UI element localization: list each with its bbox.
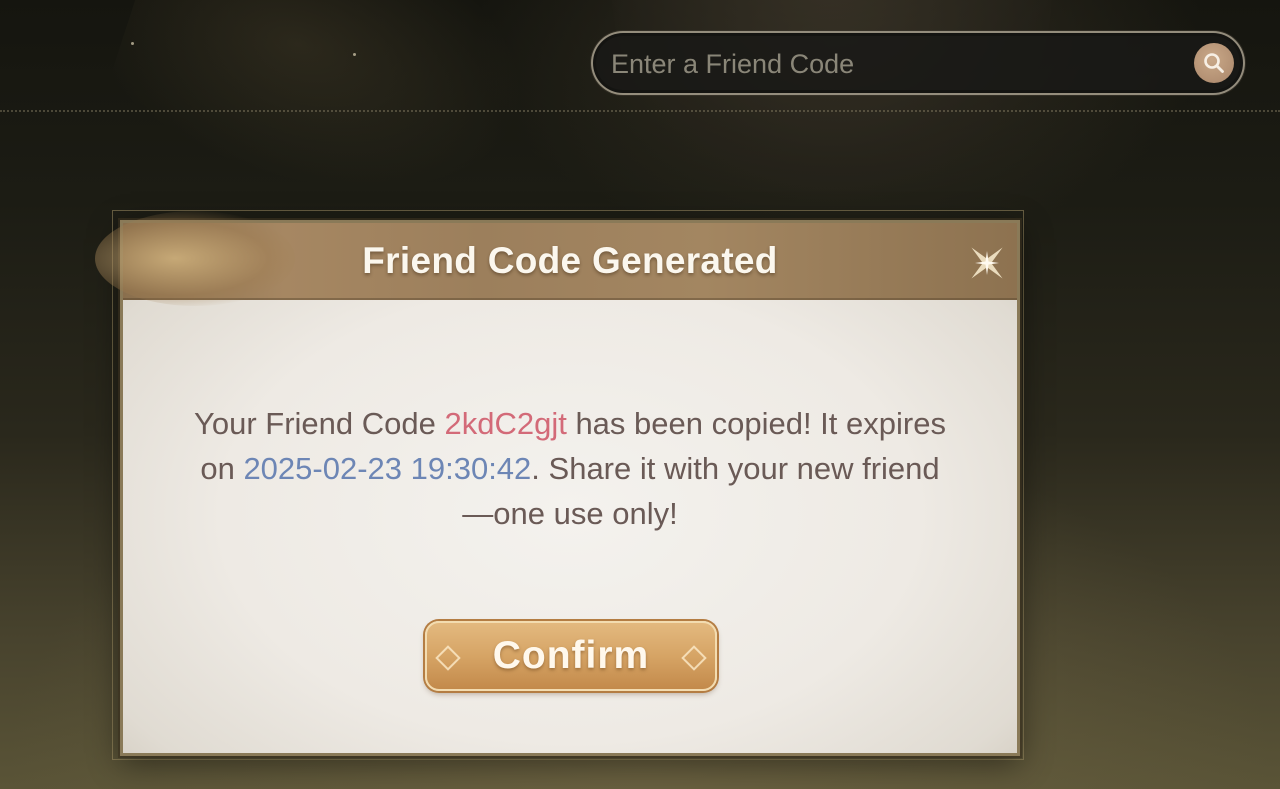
dialog-title: Friend Code Generated bbox=[362, 239, 778, 281]
dialog-header: Friend Code Generated bbox=[95, 211, 1017, 306]
friend-code-value: 2kdC2gjt bbox=[444, 406, 567, 441]
confirm-button-label: Confirm bbox=[492, 634, 650, 677]
top-divider bbox=[0, 110, 1280, 112]
close-star-icon bbox=[971, 247, 1003, 279]
background-sparkle bbox=[131, 42, 134, 45]
friend-code-input[interactable] bbox=[609, 43, 1183, 85]
message-text: . Share it with your new friend—one use … bbox=[462, 451, 940, 531]
search-icon bbox=[1204, 53, 1224, 73]
background-sparkle bbox=[353, 53, 356, 56]
header-flourish bbox=[95, 211, 295, 306]
friend-code-dialog: Friend Code Generated Your Friend Code 2… bbox=[95, 211, 1020, 756]
dialog-message: Your Friend Code 2kdC2gjt has been copie… bbox=[193, 401, 947, 536]
confirm-button[interactable]: Confirm bbox=[425, 621, 717, 691]
expiry-date-value: 2025-02-23 19:30:42 bbox=[243, 451, 532, 486]
close-button[interactable] bbox=[957, 233, 1017, 293]
search-button[interactable] bbox=[1194, 43, 1234, 83]
message-text: Your Friend Code bbox=[194, 406, 445, 441]
friend-code-search-bar bbox=[591, 31, 1245, 95]
